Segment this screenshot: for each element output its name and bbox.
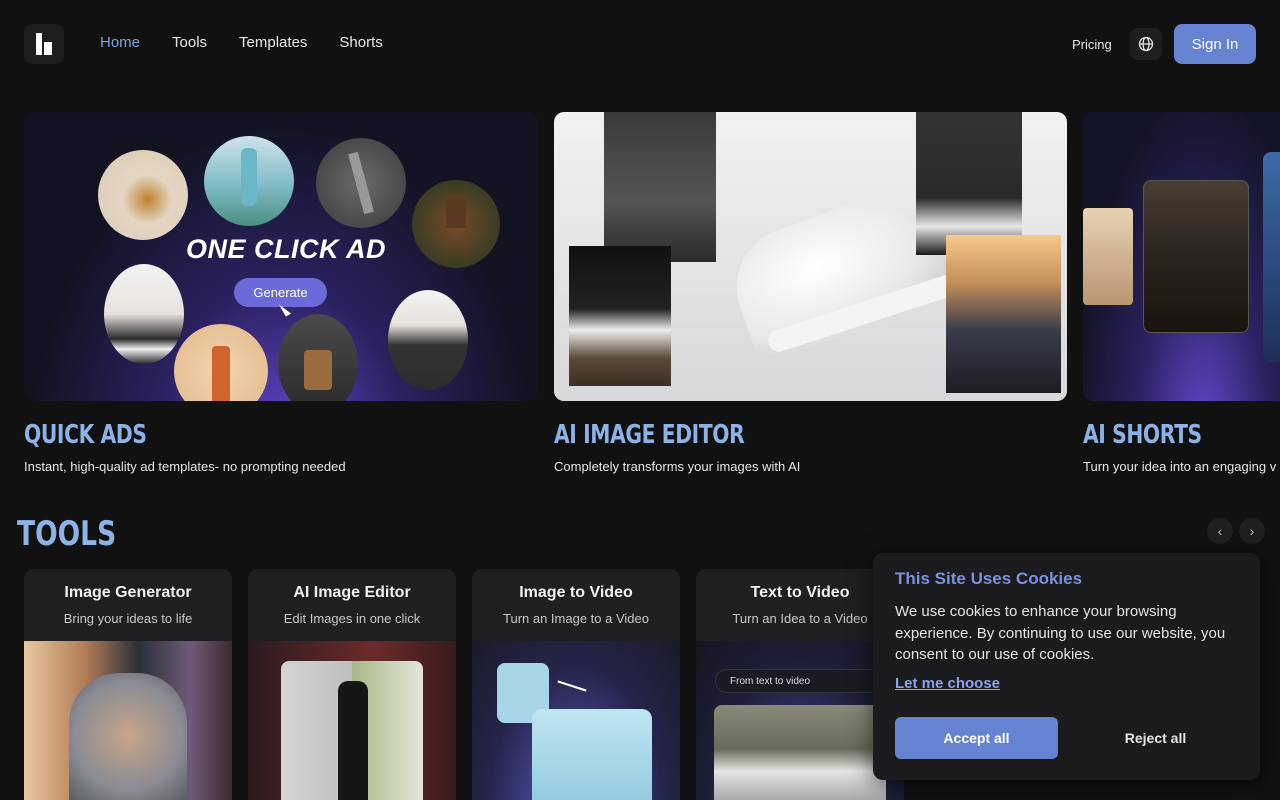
one-click-ad-heading: ONE CLICK AD [186,234,386,264]
quick-ads-desc: Instant, high-quality ad templates- no p… [24,459,346,474]
tool-name: Image Generator [64,584,192,601]
reject-all-button[interactable]: Reject all [1073,717,1238,759]
plants-bubble-image [412,180,500,268]
photo-street-image [604,112,716,262]
accept-all-button[interactable]: Accept all [895,717,1058,759]
main-nav: Home Tools Templates Shorts [100,34,383,51]
ai-image-editor-desc: Completely transforms your images with A… [554,459,801,474]
logo-icon [36,33,52,55]
short-thumb-center-image [1143,180,1249,333]
site-header: Home Tools Templates Shorts Pricing Sign… [0,0,1280,88]
cookie-title: This Site Uses Cookies [895,569,1083,588]
chevron-left-icon: ‹ [1217,523,1223,539]
image-generator-preview [24,641,232,800]
ai-shorts-desc: Turn your idea into an engaging v [1083,459,1277,474]
tool-card-ai-image-editor[interactable]: AI Image Editor Edit Images in one click [248,569,456,800]
photo-legs-image [569,246,671,386]
tool-name: Image to Video [519,584,633,601]
photo-city-image [946,235,1061,393]
cookie-text: We use cookies to enhance your browsing … [895,603,1226,663]
logo[interactable] [24,24,64,64]
ai-shorts-title: AI SHORTS [1083,420,1202,450]
image-to-video-preview [472,641,680,800]
quick-ads-card[interactable]: ONE CLICK AD Generate [24,112,538,401]
ai-image-editor-preview [248,641,456,800]
tool-desc: Edit Images in one click [283,611,421,626]
tools-prev-button[interactable]: ‹ [1207,518,1233,544]
cookie-preferences-link[interactable]: Let me choose [895,675,1000,692]
ai-image-editor-title: AI IMAGE EDITOR [554,420,745,450]
chevron-right-icon: › [1249,523,1255,539]
tool-desc: Bring your ideas to life [63,611,193,626]
woman-bubble-image [104,264,184,364]
serum-bubble-image [98,150,188,240]
tool-card-image-generator[interactable]: Image Generator Bring your ideas to life [24,569,232,800]
ai-image-editor-card[interactable] [554,112,1067,401]
tool-name: AI Image Editor [293,584,411,601]
nav-home[interactable]: Home [100,34,140,51]
sign-in-button[interactable]: Sign In [1174,24,1256,64]
drink-bubble-image [278,314,358,401]
tool-desc: Turn an Image to a Video [503,611,649,626]
quick-ads-title: QUICK ADS [24,420,147,450]
man-bubble-image [388,290,468,390]
razor-bubble-image [316,138,406,228]
spray-bubble-image [174,324,268,401]
prompt-pill: From text to video [715,669,885,693]
globe-icon [1138,36,1154,52]
tool-card-image-to-video[interactable]: Image to Video Turn an Image to a Video [472,569,680,800]
short-thumb-right-image [1263,152,1280,362]
tools-next-button[interactable]: › [1239,518,1265,544]
photo-sitting-image [916,112,1022,255]
pricing-link[interactable]: Pricing [1072,37,1112,52]
ai-shorts-card[interactable] [1083,112,1280,401]
tools-heading: TOOLS [17,514,117,554]
short-thumb-left-image [1083,208,1133,305]
nav-tools[interactable]: Tools [172,34,207,51]
nav-templates[interactable]: Templates [239,34,307,51]
language-button[interactable] [1130,28,1162,60]
nav-shorts[interactable]: Shorts [339,34,382,51]
bottle-bubble-image [204,136,294,226]
cookie-banner: This Site Uses Cookies We use cookies to… [873,553,1260,780]
